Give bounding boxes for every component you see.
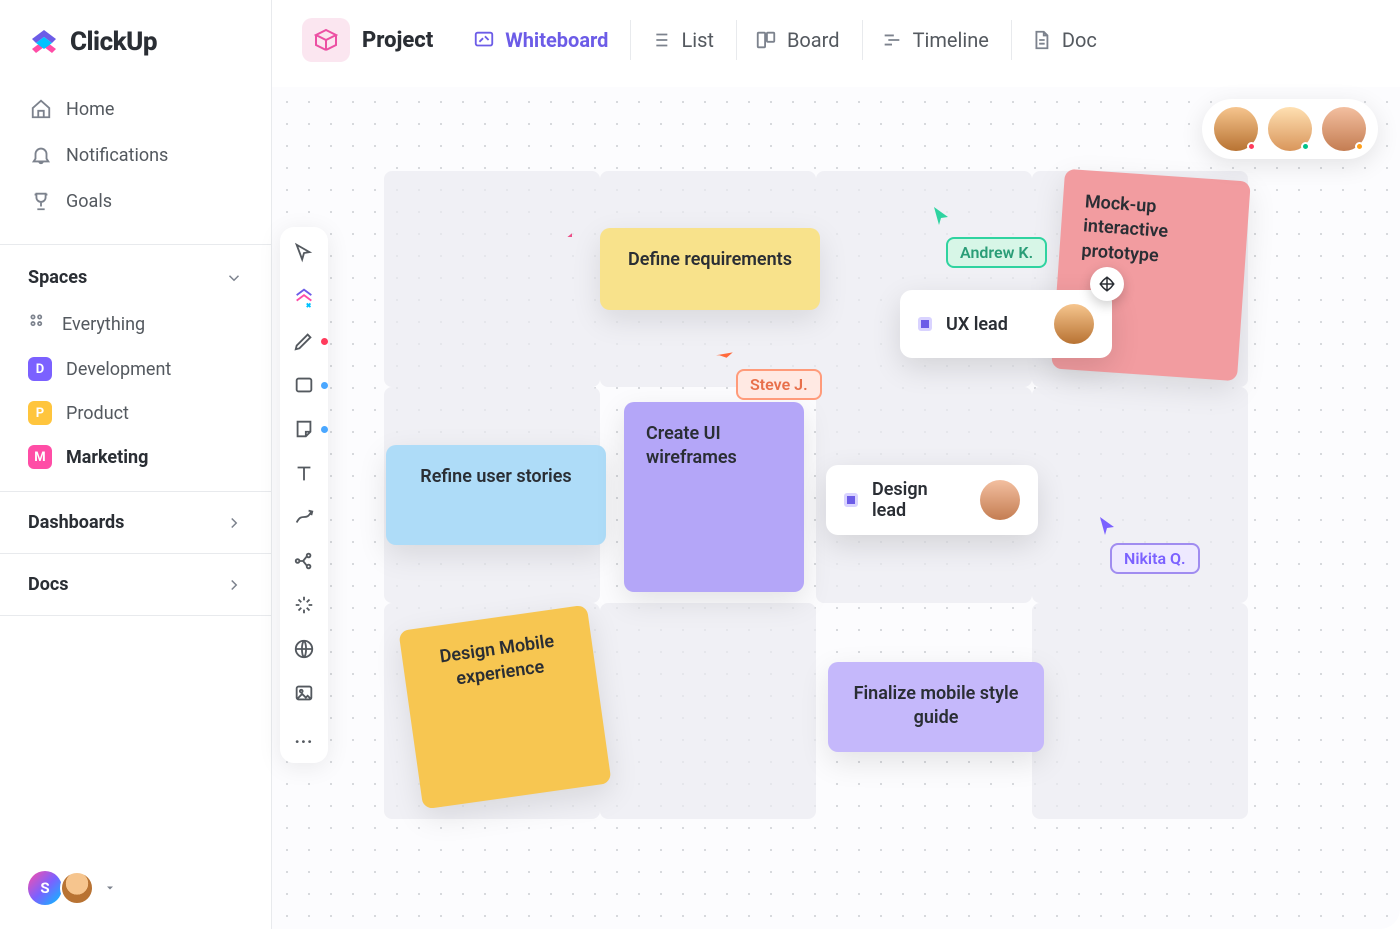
remote-cursor-steve (711, 339, 738, 367)
nav-goals-label: Goals (66, 191, 112, 212)
space-product[interactable]: P Product (0, 391, 271, 435)
tab-whiteboard[interactable]: Whiteboard (455, 20, 626, 60)
nav-dashboards[interactable]: Dashboards (0, 494, 271, 551)
doc-icon (1030, 29, 1052, 51)
space-badge-development: D (28, 357, 52, 381)
divider (0, 553, 271, 554)
note-finalize-mobile-style-guide[interactable]: Finalize mobile style guide (828, 662, 1044, 752)
profile-avatar: S (28, 871, 62, 905)
move-handle[interactable] (1090, 267, 1124, 301)
profile-switcher[interactable]: S (0, 847, 271, 929)
arrow-connectors (272, 87, 572, 237)
divider (0, 244, 271, 245)
clickup-logo-icon (28, 26, 60, 58)
nav-home[interactable]: Home (16, 86, 255, 132)
brand-name: ClickUp (70, 27, 157, 57)
space-marketing[interactable]: M Marketing (0, 435, 271, 479)
pen-tool[interactable] (292, 329, 316, 353)
topbar: Project Whiteboard List Board Timeline D… (272, 0, 1400, 87)
rect-tool[interactable] (292, 373, 316, 397)
project-chip[interactable] (302, 18, 350, 62)
text-tool[interactable] (292, 461, 316, 485)
assignee-avatar (980, 480, 1020, 520)
nav-home-label: Home (66, 99, 114, 120)
list-icon (649, 29, 671, 51)
note-design-mobile-experience[interactable]: Design Mobile experience (398, 605, 611, 810)
spaces-header[interactable]: Spaces (0, 247, 271, 302)
viewer-avatar[interactable] (1214, 107, 1258, 151)
tab-board[interactable]: Board (736, 20, 858, 60)
sidebar: ClickUp Home Notifications Goals Spaces (0, 0, 272, 929)
tool-palette: ... (280, 227, 328, 763)
space-everything[interactable]: Everything (0, 302, 271, 347)
user-tag-andrew: Andrew K. (946, 237, 1047, 268)
spark-tool[interactable] (292, 593, 316, 617)
chevron-down-icon (225, 269, 243, 287)
grid-icon (28, 312, 48, 337)
chevron-right-icon (225, 576, 243, 594)
box-icon (314, 28, 338, 52)
trophy-icon (30, 190, 52, 212)
nav-docs[interactable]: Docs (0, 556, 271, 613)
primary-nav: Home Notifications Goals (0, 82, 271, 242)
brand-logo: ClickUp (0, 0, 271, 82)
home-icon (30, 98, 52, 120)
tab-list[interactable]: List (630, 20, 732, 60)
more-tools[interactable]: ... (292, 725, 316, 749)
viewer-avatar[interactable] (1322, 107, 1366, 151)
bell-icon (30, 144, 52, 166)
cursor-tool[interactable] (292, 241, 316, 265)
tab-timeline[interactable]: Timeline (862, 20, 1007, 60)
task-status-icon (918, 317, 932, 331)
sticky-tool[interactable] (292, 417, 316, 441)
caret-down-icon (104, 882, 116, 894)
user-tag-steve: Steve J. (736, 369, 822, 400)
tab-doc[interactable]: Doc (1011, 20, 1115, 60)
clickup-shapes-tool[interactable] (292, 285, 316, 309)
viewer-avatar[interactable] (1268, 107, 1312, 151)
remote-cursor-andrew (932, 205, 950, 227)
assignee-avatar (1054, 304, 1094, 344)
user-tag-nikita: Nikita Q. (1110, 543, 1200, 574)
note-create-ui-wireframes[interactable]: Create UI wireframes (624, 402, 804, 592)
whiteboard-canvas[interactable]: Define requirements Refine user stories … (272, 87, 1400, 929)
remote-cursor-nikita (1098, 515, 1116, 537)
space-development[interactable]: D Development (0, 347, 271, 391)
space-badge-marketing: M (28, 445, 52, 469)
whiteboard-icon (473, 29, 495, 51)
tree-tool[interactable] (292, 549, 316, 573)
board-icon (755, 29, 777, 51)
note-refine-user-stories[interactable]: Refine user stories (386, 445, 606, 545)
card-ux-lead[interactable]: UX lead (900, 290, 1112, 358)
nav-notifications[interactable]: Notifications (16, 132, 255, 178)
project-label: Project (362, 28, 433, 53)
divider (0, 491, 271, 492)
main-area: Project Whiteboard List Board Timeline D… (272, 0, 1400, 929)
note-define-requirements[interactable]: Define requirements (600, 228, 820, 310)
connector-tool[interactable] (292, 505, 316, 529)
nav-goals[interactable]: Goals (16, 178, 255, 224)
globe-tool[interactable] (292, 637, 316, 661)
image-tool[interactable] (292, 681, 316, 705)
viewers-list[interactable] (1202, 99, 1378, 159)
space-badge-product: P (28, 401, 52, 425)
chevron-right-icon (225, 514, 243, 532)
divider (0, 615, 271, 616)
task-status-icon (844, 493, 858, 507)
nav-notifications-label: Notifications (66, 145, 168, 166)
profile-avatar-secondary (60, 871, 94, 905)
card-design-lead[interactable]: Design lead (826, 465, 1038, 535)
timeline-icon (881, 29, 903, 51)
